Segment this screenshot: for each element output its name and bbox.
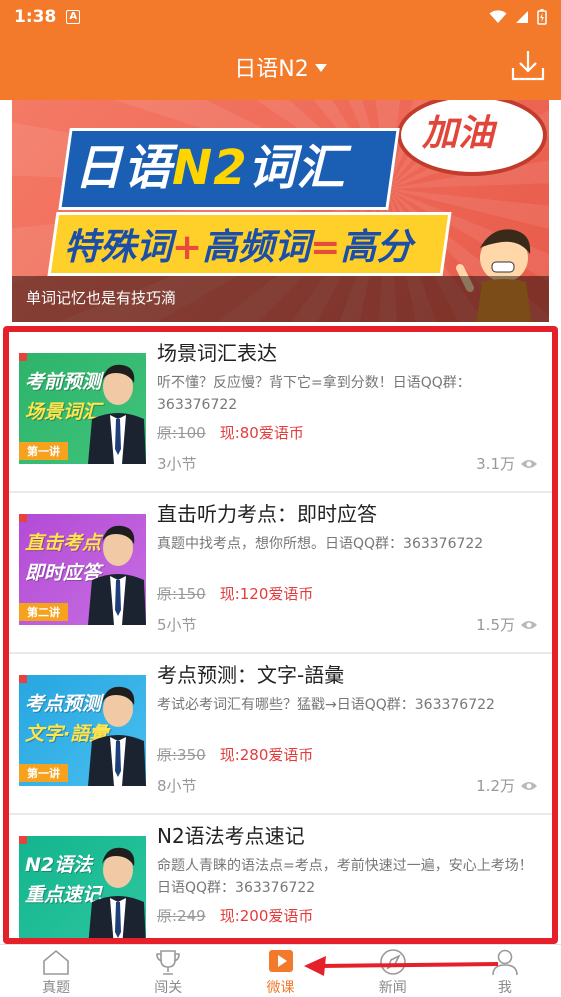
thumb-lesson-tag: 第二讲: [19, 603, 68, 621]
course-info: 场景词汇表达 听不懂？反应慢？背下它=拿到分数！日语QQ群：363376722 …: [157, 332, 538, 474]
nav-item-zhenti[interactable]: 真题: [0, 945, 112, 997]
banner-caption: 单词记忆也是有技巧滴: [26, 289, 177, 307]
nav-label: 微课: [266, 980, 295, 996]
banner-formula: 特殊词+高频词=高分: [64, 227, 413, 268]
price-row: 原:350 现:280爱语币: [157, 744, 538, 765]
course-thumbnail: N2语法 重点速记: [19, 836, 146, 940]
promo-banner[interactable]: 加油 日语N2词汇 特殊词+高频词=高分 单词记忆也是有技巧滴: [12, 100, 549, 322]
thumb-corner: [19, 353, 27, 361]
original-price: 原:100: [157, 424, 206, 442]
course-description: 考试必考词汇有哪些？猛戳→日语QQ群：363376722: [157, 697, 495, 713]
nav-label: 新闻: [378, 980, 407, 996]
battery-icon: [537, 9, 547, 25]
view-count: 1.2万: [476, 775, 538, 796]
status-bar: 1:38 A: [0, 0, 561, 34]
signal-icon: [516, 11, 528, 23]
course-card[interactable]: 考点预测 文字·語彙 第一讲 考点预测：文字-語彙 考试必考词汇有哪些？猛戳→日…: [9, 654, 552, 815]
banner-headline: 日语N2词汇: [74, 140, 346, 196]
price-row: 原:150 现:120爱语币: [157, 583, 538, 604]
course-title: 场景词汇表达: [157, 341, 277, 365]
play-icon: [268, 950, 293, 972]
app-bar: 日语N2: [0, 34, 561, 100]
meta-row: 3小节 3.1万: [157, 453, 538, 474]
section-count: 5小节: [157, 616, 197, 634]
course-card[interactable]: 考前预测 场景词汇 第一讲 场景词汇表达 听不懂？反应慢？背下它=拿到分数！日语…: [9, 332, 552, 493]
course-card[interactable]: 直击考点 即时应答 第二讲 直击听力考点：即时应答 真题中找考点，想你所想。日语…: [9, 493, 552, 654]
meta-row: 8小节 1.2万: [157, 775, 538, 796]
meta-row: 5小节 1.5万: [157, 614, 538, 635]
tutor-photo-icon: [88, 525, 146, 625]
thumb-corner: [19, 836, 27, 844]
view-count: 1.5万: [476, 614, 538, 635]
wifi-icon: [489, 10, 507, 23]
tutor-photo-icon: [88, 847, 146, 940]
status-time: 1:38: [14, 7, 57, 27]
nav-label: 我: [497, 980, 512, 996]
person-icon: [492, 949, 518, 976]
current-price: 现:80爱语币: [219, 424, 304, 442]
thumb-line1: N2语法: [25, 854, 93, 876]
top-bar: 1:38 A 日语N2: [0, 0, 561, 100]
nav-label: 闯关: [154, 980, 183, 996]
level-selector[interactable]: 日语N2: [234, 51, 327, 83]
original-price: 原:350: [157, 746, 206, 764]
notification-a-icon: A: [66, 10, 81, 24]
course-list[interactable]: 考前预测 场景词汇 第一讲 场景词汇表达 听不懂？反应慢？背下它=拿到分数！日语…: [9, 332, 552, 940]
section-count: 8小节: [157, 777, 197, 795]
caret-down-icon: [314, 64, 327, 72]
current-price: 现:280爱语币: [219, 746, 314, 764]
nav-item-weike[interactable]: 微课: [224, 945, 336, 997]
tutor-photo-icon: [88, 364, 146, 464]
course-description: 命题人青睐的语法点=考点，考前快速过一遍，安心上考场！日语QQ群：3633767…: [157, 858, 533, 896]
current-price: 现:120爱语币: [219, 585, 314, 603]
eye-icon: [521, 459, 537, 468]
thumb-lesson-tag: 第一讲: [19, 442, 68, 460]
banner-bubble-text: 加油: [422, 113, 495, 154]
download-icon[interactable]: [511, 48, 545, 82]
nav-item-wo[interactable]: 我: [449, 945, 561, 997]
compass-icon: [379, 949, 406, 975]
course-thumbnail: 考点预测 文字·語彙 第一讲: [19, 675, 146, 786]
page-title: 日语N2: [234, 57, 309, 82]
course-card[interactable]: N2语法 重点速记 N2语法考点速记 命题人青睐的语法点=考点，考前快速过一遍，…: [9, 815, 552, 940]
course-info: 考点预测：文字-語彙 考试必考词汇有哪些？猛戳→日语QQ群：363376722 …: [157, 654, 538, 796]
course-description: 真题中找考点，想你所想。日语QQ群：363376722: [157, 536, 484, 552]
bottom-nav: 真题 闯关 微课 新闻 我: [0, 944, 561, 997]
trophy-icon: [156, 950, 181, 975]
price-row: 原:100 现:80爱语币: [157, 422, 538, 443]
tutor-photo-icon: [88, 686, 146, 786]
original-price: 原:249: [157, 907, 206, 925]
course-title: 考点预测：文字-語彙: [157, 663, 345, 687]
thumb-lesson-tag: 第一讲: [19, 764, 68, 782]
thumb-corner: [19, 675, 27, 683]
section-count: 3小节: [157, 455, 197, 473]
house-icon: [43, 949, 69, 975]
status-icons: [489, 9, 547, 25]
current-price: 现:200爱语币: [219, 907, 314, 925]
eye-icon: [521, 620, 537, 629]
nav-item-xinwen[interactable]: 新闻: [337, 945, 449, 997]
course-thumbnail: 直击考点 即时应答 第二讲: [19, 514, 146, 625]
course-thumbnail: 考前预测 场景词汇 第一讲: [19, 353, 146, 464]
nav-item-chuangguan[interactable]: 闯关: [112, 945, 224, 997]
thumb-corner: [19, 514, 27, 522]
course-info: N2语法考点速记 命题人青睐的语法点=考点，考前快速过一遍，安心上考场！日语QQ…: [157, 815, 538, 926]
eye-icon: [521, 781, 537, 790]
course-info: 直击听力考点：即时应答 真题中找考点，想你所想。日语QQ群：363376722 …: [157, 493, 538, 635]
price-row: 原:249 现:200爱语币: [157, 905, 538, 926]
view-count: 3.1万: [476, 453, 538, 474]
course-title: N2语法考点速记: [157, 824, 305, 848]
course-description: 听不懂？反应慢？背下它=拿到分数！日语QQ群：363376722: [157, 375, 471, 413]
original-price: 原:150: [157, 585, 206, 603]
course-title: 直击听力考点：即时应答: [157, 502, 377, 526]
nav-label: 真题: [42, 980, 71, 996]
